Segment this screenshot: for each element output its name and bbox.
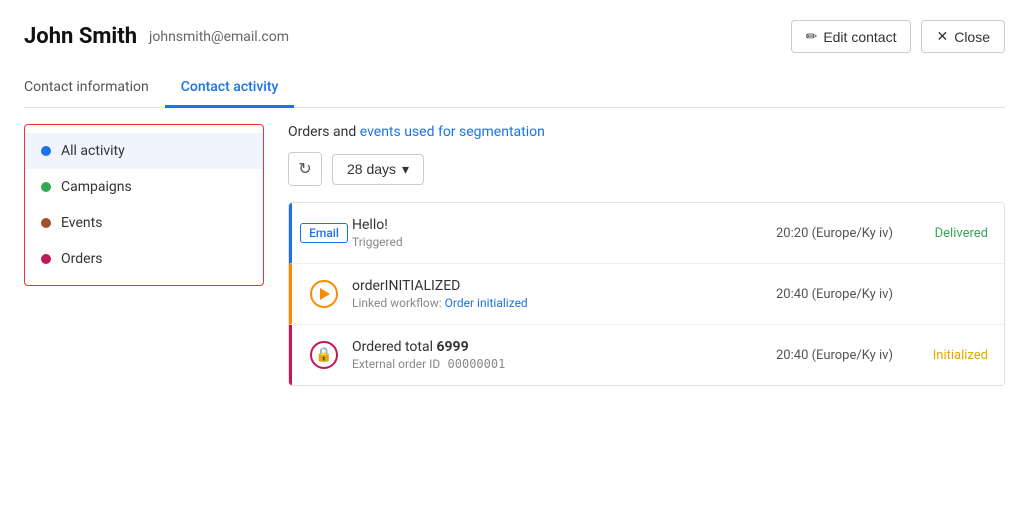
- lock-icon: 🔒: [310, 341, 338, 369]
- activity-sidebar: All activity Campaigns Events Orders: [24, 124, 264, 286]
- lock-icon-wrapper: 🔒: [308, 339, 340, 371]
- sidebar-item-all-activity[interactable]: All activity: [25, 133, 263, 169]
- header-left: John Smith johnsmith@email.com: [24, 24, 289, 49]
- refresh-button[interactable]: ↻: [288, 152, 322, 186]
- activity-details: orderINITIALIZED Linked workflow: Order …: [352, 278, 764, 310]
- refresh-icon: ↻: [298, 159, 311, 179]
- table-row: 🔒 Ordered total 6999 External order ID 0…: [289, 325, 1004, 385]
- close-button[interactable]: ✕ Close: [921, 20, 1005, 53]
- chevron-down-icon: ▾: [402, 161, 409, 178]
- dot-blue: [41, 146, 51, 156]
- dot-green: [41, 182, 51, 192]
- email-tag-wrapper: Email: [308, 217, 340, 249]
- dot-pink: [41, 254, 51, 264]
- activity-details: Hello! Triggered: [352, 217, 764, 249]
- play-triangle: [320, 288, 330, 300]
- sidebar-item-events[interactable]: Events: [25, 205, 263, 241]
- play-icon-wrapper: [308, 278, 340, 310]
- edit-icon: ✏: [806, 28, 818, 45]
- play-icon: [310, 280, 338, 308]
- dot-brown: [41, 218, 51, 228]
- workflow-link[interactable]: Order initialized: [445, 296, 528, 310]
- table-row: Email Hello! Triggered 20:20 (Europe/Ky …: [289, 203, 1004, 264]
- activity-details: Ordered total 6999 External order ID 000…: [352, 339, 764, 371]
- main-content: All activity Campaigns Events Orders Ord…: [24, 108, 1005, 386]
- table-row: orderINITIALIZED Linked workflow: Order …: [289, 264, 1004, 325]
- activity-time: 20:20 (Europe/Ky iv): [776, 226, 896, 241]
- activity-subtitle: External order ID 00000001: [352, 357, 764, 371]
- activity-title: Ordered total 6999: [352, 339, 764, 355]
- activity-subtitle: Linked workflow: Order initialized: [352, 296, 764, 310]
- days-filter-button[interactable]: 28 days ▾: [332, 154, 424, 185]
- right-content: Orders and events used for segmentation …: [288, 124, 1005, 386]
- page-wrapper: John Smith johnsmith@email.com ✏ Edit co…: [0, 0, 1029, 509]
- filter-bar: ↻ 28 days ▾: [288, 152, 1005, 186]
- activity-time: 20:40 (Europe/Ky iv): [776, 348, 896, 363]
- activity-title: Hello!: [352, 217, 764, 233]
- email-tag: Email: [300, 223, 348, 243]
- filter-info: Orders and events used for segmentation: [288, 124, 1005, 140]
- edit-contact-button[interactable]: ✏ Edit contact: [791, 20, 912, 53]
- activity-status: Delivered: [908, 226, 988, 241]
- activity-list: Email Hello! Triggered 20:20 (Europe/Ky …: [288, 202, 1005, 386]
- header-actions: ✏ Edit contact ✕ Close: [791, 20, 1005, 53]
- activity-title: orderINITIALIZED: [352, 278, 764, 294]
- contact-name: John Smith: [24, 24, 137, 49]
- segmentation-link[interactable]: events used for segmentation: [360, 124, 545, 140]
- tab-contact-information[interactable]: Contact information: [24, 69, 165, 108]
- sidebar-item-campaigns[interactable]: Campaigns: [25, 169, 263, 205]
- activity-status: Initialized: [908, 348, 988, 363]
- activity-subtitle: Triggered: [352, 235, 764, 249]
- tab-contact-activity[interactable]: Contact activity: [165, 69, 295, 108]
- close-icon: ✕: [936, 28, 948, 45]
- activity-time: 20:40 (Europe/Ky iv): [776, 287, 896, 302]
- sidebar-item-orders[interactable]: Orders: [25, 241, 263, 277]
- contact-email: johnsmith@email.com: [149, 29, 289, 45]
- tabs: Contact information Contact activity: [24, 69, 1005, 108]
- header: John Smith johnsmith@email.com ✏ Edit co…: [24, 20, 1005, 53]
